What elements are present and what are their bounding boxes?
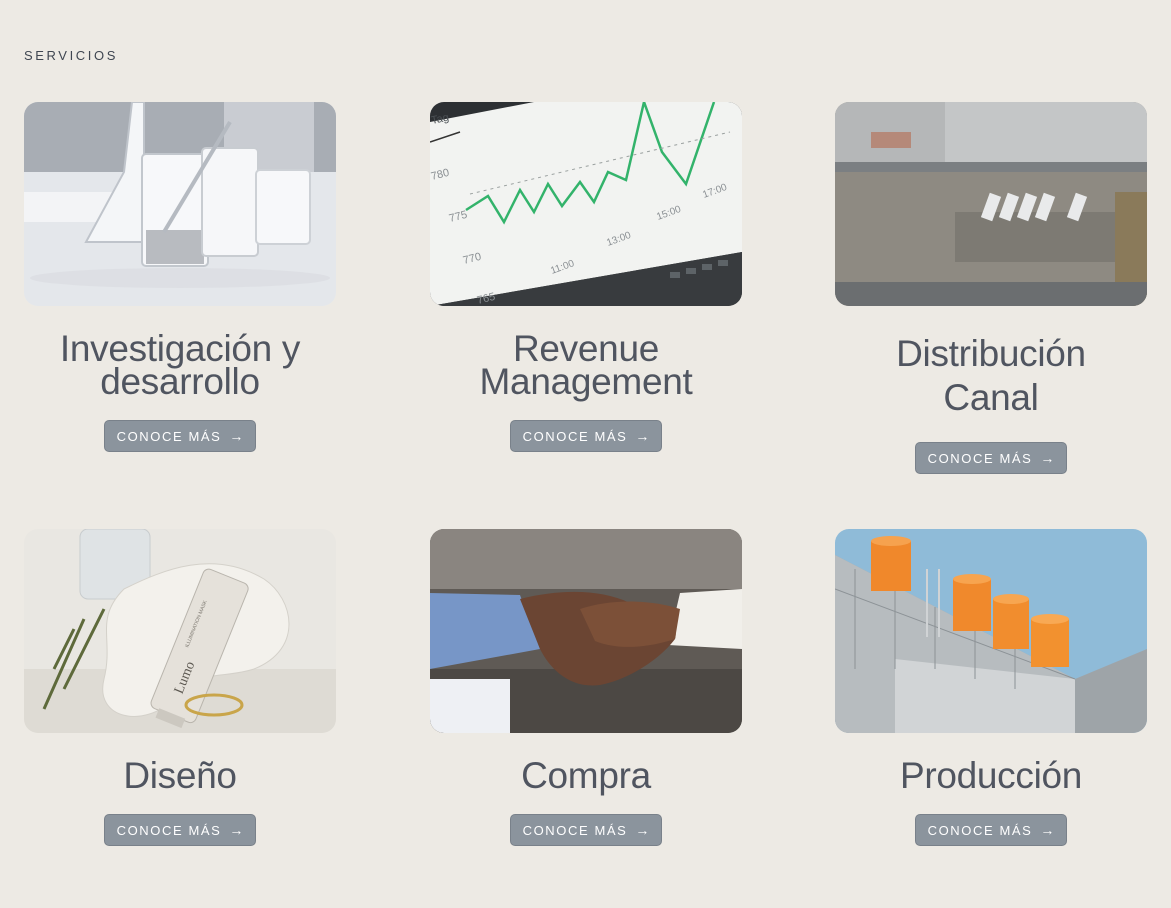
conoce-mas-button[interactable]: CONOCE MÁS → — [103, 420, 257, 452]
conoce-mas-button[interactable]: CONOCE MÁS → — [103, 814, 257, 846]
card-title: Producción — [899, 755, 1083, 796]
button-label: CONOCE MÁS — [927, 822, 1033, 838]
card-title: Diseño — [123, 755, 237, 796]
card-title: Compra — [521, 755, 651, 796]
arrow-right-icon: → — [229, 822, 244, 838]
conoce-mas-button[interactable]: CONOCE MÁS → — [509, 420, 663, 452]
service-card-investigacion: Investigación y desarrollo CONOCE MÁS → — [24, 102, 336, 452]
service-card-diseno: Lumo ILLUMINATION MASK Diseño CONOCE MÁS… — [24, 529, 336, 846]
laboratory-glassware-image — [24, 102, 336, 306]
arrow-right-icon: → — [1040, 450, 1055, 466]
arrow-right-icon: → — [1040, 822, 1055, 838]
handshake-image — [430, 529, 742, 733]
conoce-mas-button[interactable]: CONOCE MÁS → — [914, 442, 1068, 474]
card-title: Investigación y desarrollo — [59, 328, 301, 402]
service-card-produccion: Producción CONOCE MÁS → — [835, 529, 1147, 846]
service-card-compra: Compra CONOCE MÁS → — [430, 529, 742, 846]
button-label: CONOCE MÁS — [116, 428, 222, 444]
conoce-mas-button[interactable]: CONOCE MÁS → — [509, 814, 663, 846]
arrow-right-icon: → — [635, 822, 650, 838]
button-label: CONOCE MÁS — [522, 822, 628, 838]
card-title: Revenue Management — [479, 328, 693, 402]
service-card-revenue: Tag 780 775 770 765 11:00 13:00 15:00 17… — [430, 102, 742, 452]
service-card-distribucion: Distribución Canal CONOCE MÁS → — [835, 102, 1147, 474]
arrow-right-icon: → — [229, 428, 244, 444]
button-label: CONOCE MÁS — [522, 428, 628, 444]
arrow-right-icon: → — [635, 428, 650, 444]
factory-tanks-image — [835, 529, 1147, 733]
warehouse-aerial-image — [835, 102, 1147, 306]
section-label: SERVICIOS — [24, 48, 118, 63]
button-label: CONOCE MÁS — [116, 822, 222, 838]
cosmetic-tube-image: Lumo ILLUMINATION MASK — [24, 529, 336, 733]
stock-chart-laptop-image: Tag 780 775 770 765 11:00 13:00 15:00 17… — [430, 102, 742, 306]
button-label: CONOCE MÁS — [927, 450, 1033, 466]
conoce-mas-button[interactable]: CONOCE MÁS → — [914, 814, 1068, 846]
card-title: Distribución Canal — [896, 333, 1086, 418]
